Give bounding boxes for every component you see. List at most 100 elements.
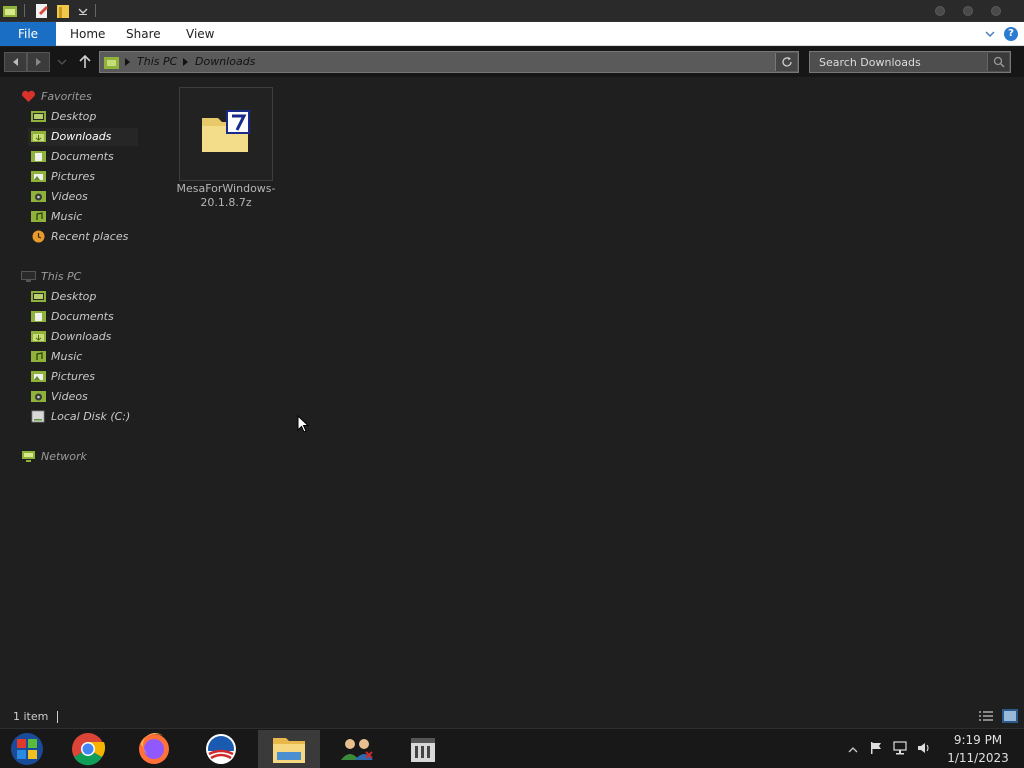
downloads-folder-icon bbox=[31, 331, 46, 342]
sidebar-item-pc-videos[interactable]: Videos bbox=[31, 388, 141, 406]
documents-folder-icon bbox=[31, 151, 46, 162]
address-bar[interactable]: This PC Downloads bbox=[99, 51, 799, 73]
taskbar-archive-app[interactable] bbox=[392, 730, 454, 768]
sidebar-group-this-pc[interactable]: This PC bbox=[21, 268, 141, 286]
sidebar-item-favorites-videos[interactable]: Videos bbox=[31, 188, 141, 206]
sidebar-item-local-disk[interactable]: Local Disk (C:) bbox=[31, 408, 141, 426]
taskbar-chrome[interactable] bbox=[57, 730, 119, 768]
network-icon bbox=[22, 451, 35, 462]
start-button[interactable] bbox=[0, 730, 56, 768]
sidebar-item-favorites-desktop[interactable]: Desktop bbox=[31, 108, 141, 126]
taskbar: 9:19 PM 1/11/2023 bbox=[0, 728, 1024, 768]
tab-file[interactable]: File bbox=[0, 22, 56, 46]
pictures-folder-icon bbox=[31, 371, 46, 382]
sidebar-group-label: This PC bbox=[41, 270, 82, 283]
sidebar-item-favorites-pictures[interactable]: Pictures bbox=[31, 168, 141, 186]
network-tray-icon[interactable] bbox=[893, 741, 907, 755]
sidebar-item-pc-desktop[interactable]: Desktop bbox=[31, 288, 141, 306]
sidebar-group-favorites[interactable]: Favorites bbox=[21, 88, 141, 106]
taskbar-users-app[interactable] bbox=[326, 730, 388, 768]
expand-ribbon-icon[interactable] bbox=[984, 28, 996, 40]
explorer-app-icon[interactable] bbox=[2, 3, 18, 19]
7zip-archive-icon bbox=[202, 110, 250, 152]
downloads-folder-icon bbox=[31, 131, 46, 142]
search-placeholder: Search Downloads bbox=[819, 56, 921, 69]
sidebar-item-label: Videos bbox=[51, 390, 88, 403]
breadcrumb-downloads[interactable]: Downloads bbox=[195, 55, 255, 68]
up-arrow-icon[interactable] bbox=[78, 54, 92, 70]
qat-dropdown-icon[interactable] bbox=[75, 3, 91, 19]
sidebar-item-favorites-downloads[interactable]: Downloads bbox=[31, 128, 141, 146]
mouse-cursor-icon bbox=[297, 415, 309, 433]
sidebar-group-label: Favorites bbox=[41, 90, 92, 103]
sidebar-group-network[interactable]: Network bbox=[21, 448, 141, 466]
details-view-icon[interactable] bbox=[978, 709, 994, 723]
tab-home[interactable]: Home bbox=[70, 22, 105, 46]
properties-icon[interactable] bbox=[34, 3, 50, 19]
status-separator bbox=[57, 711, 58, 723]
sidebar-item-pc-music[interactable]: Music bbox=[31, 348, 141, 366]
tab-view[interactable]: View bbox=[186, 22, 214, 46]
qat-separator bbox=[95, 4, 96, 17]
breadcrumb-chevron-icon[interactable] bbox=[125, 58, 130, 66]
desktop-icon bbox=[31, 291, 46, 302]
close-button[interactable] bbox=[991, 6, 1001, 16]
recent-locations-icon[interactable] bbox=[56, 57, 68, 67]
search-button[interactable] bbox=[987, 53, 1009, 71]
videos-folder-icon bbox=[31, 191, 46, 202]
ribbon-tabs: File Home Share View ? bbox=[0, 22, 1024, 46]
favorites-heart-icon bbox=[22, 90, 35, 102]
sidebar-item-label: Recent places bbox=[51, 230, 129, 243]
sidebar-item-label: Downloads bbox=[51, 330, 112, 343]
sidebar-group-label: Network bbox=[41, 450, 87, 463]
chrome-icon bbox=[72, 733, 106, 766]
sidebar-item-label: Desktop bbox=[51, 290, 97, 303]
sidebar-item-label: Music bbox=[51, 210, 83, 223]
sidebar-item-recent-places[interactable]: Recent places bbox=[31, 228, 141, 246]
breadcrumb-this-pc[interactable]: This PC bbox=[137, 55, 177, 68]
minimize-button[interactable] bbox=[935, 6, 945, 16]
new-folder-icon[interactable] bbox=[55, 3, 71, 19]
clock-time[interactable]: 9:19 PM bbox=[943, 733, 1013, 747]
refresh-button[interactable] bbox=[775, 53, 797, 71]
maximize-button[interactable] bbox=[963, 6, 973, 16]
file-item[interactable] bbox=[179, 87, 273, 181]
firefox-icon bbox=[139, 732, 169, 764]
qat-separator bbox=[24, 4, 25, 17]
pictures-folder-icon bbox=[31, 171, 46, 182]
show-hidden-icons-icon[interactable] bbox=[846, 743, 860, 757]
forward-button[interactable] bbox=[27, 52, 50, 72]
tab-share[interactable]: Share bbox=[126, 22, 161, 46]
sidebar-item-pc-documents[interactable]: Documents bbox=[31, 308, 141, 326]
recent-places-icon bbox=[32, 230, 45, 243]
clock-date[interactable]: 1/11/2023 bbox=[943, 751, 1013, 765]
start-orb-icon bbox=[11, 733, 43, 765]
sidebar-item-label: Documents bbox=[51, 310, 114, 323]
sidebar-item-favorites-documents[interactable]: Documents bbox=[31, 148, 141, 166]
sidebar-item-pc-pictures[interactable]: Pictures bbox=[31, 368, 141, 386]
taskbar-app-logo[interactable] bbox=[190, 730, 252, 768]
sidebar-item-favorites-music[interactable]: Music bbox=[31, 208, 141, 226]
drive-icon bbox=[31, 410, 45, 423]
videos-folder-icon bbox=[31, 391, 46, 402]
desktop-icon bbox=[31, 111, 46, 122]
sidebar-item-pc-downloads[interactable]: Downloads bbox=[31, 328, 141, 346]
back-button[interactable] bbox=[4, 52, 27, 72]
action-center-flag-icon[interactable] bbox=[869, 741, 883, 755]
taskbar-firefox[interactable] bbox=[123, 730, 185, 768]
taskbar-file-explorer[interactable] bbox=[258, 730, 320, 768]
large-icons-view-icon[interactable] bbox=[1002, 709, 1018, 723]
sidebar-item-label: Videos bbox=[51, 190, 88, 203]
back-arrow-icon bbox=[13, 58, 18, 66]
file-list: MesaForWindows-20.1.8.7z bbox=[160, 80, 1024, 700]
this-pc-icon bbox=[21, 271, 36, 282]
volume-icon[interactable] bbox=[917, 741, 931, 755]
sidebar-item-label: Local Disk (C:) bbox=[51, 410, 131, 423]
breadcrumb-chevron-icon[interactable] bbox=[183, 58, 188, 66]
sidebar-item-label: Pictures bbox=[51, 370, 96, 383]
forward-arrow-icon bbox=[36, 58, 41, 66]
search-input[interactable]: Search Downloads bbox=[809, 51, 1011, 73]
file-name[interactable]: MesaForWindows-20.1.8.7z bbox=[175, 182, 277, 210]
help-button[interactable]: ? bbox=[1004, 27, 1018, 41]
sidebar-item-label: Desktop bbox=[51, 110, 97, 123]
